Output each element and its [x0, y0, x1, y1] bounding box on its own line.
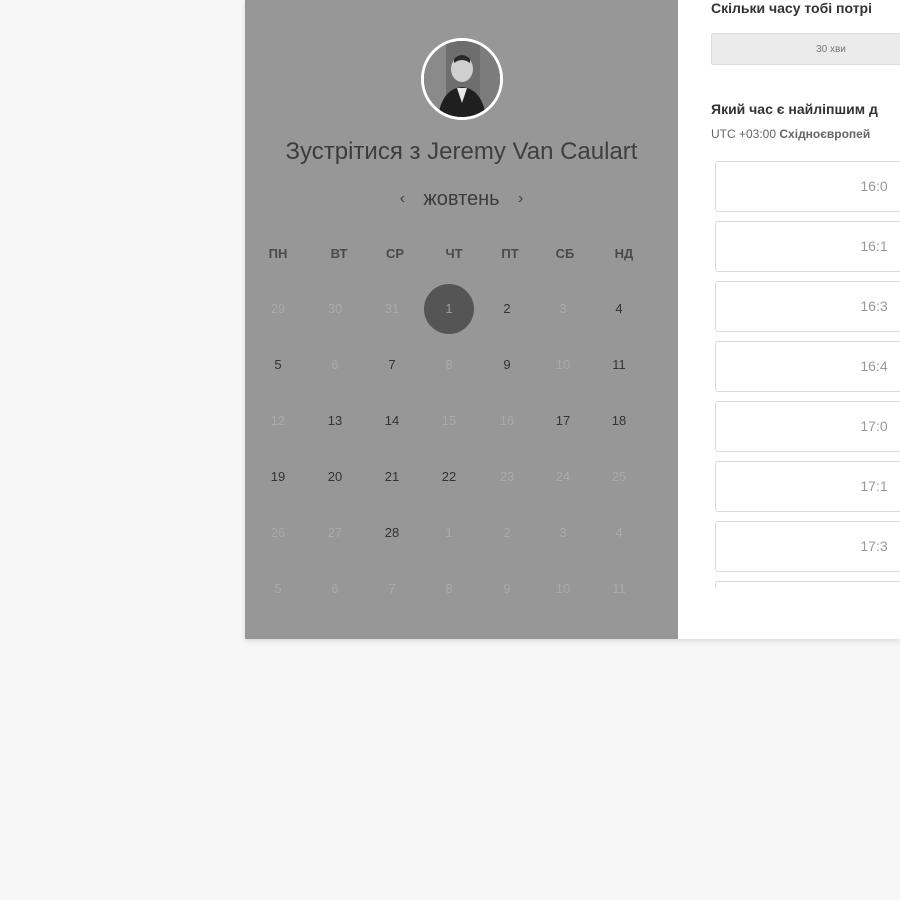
booking-panel: Скільки часу тобі потрі 30 хви Який час …: [678, 0, 900, 639]
weekday-label: СБ: [555, 246, 575, 261]
calendar-day: 10: [555, 357, 571, 372]
meeting-title-prefix: Зустрітися з: [285, 138, 421, 165]
calendar-day: 26: [270, 525, 286, 540]
time-question: Який час є найліпшим д: [711, 101, 878, 117]
calendar-day: 6: [331, 357, 339, 372]
month-label: жовтень: [423, 187, 500, 210]
scheduler-card: Зустрітися з Jeremy Van Caulart ‹ жовтен…: [245, 0, 900, 639]
time-slot[interactable]: 16:1: [715, 221, 900, 272]
duration-select[interactable]: 30 хви: [711, 33, 900, 65]
chevron-left-icon[interactable]: ‹: [395, 190, 409, 208]
timezone-name: Східноєвропей: [779, 127, 871, 141]
calendar-day: 25: [611, 469, 627, 484]
calendar-day: 8: [445, 357, 453, 372]
calendar-day: 9: [503, 581, 511, 596]
calendar-day[interactable]: 4: [599, 289, 639, 329]
time-slot[interactable]: 16:0: [715, 161, 900, 212]
calendar-day-selected[interactable]: 1: [424, 284, 474, 334]
calendar-day[interactable]: 19: [258, 457, 298, 497]
calendar-day[interactable]: 9: [487, 345, 527, 385]
calendar-day: 27: [327, 525, 343, 540]
calendar-panel: Зустрітися з Jeremy Van Caulart ‹ жовтен…: [245, 0, 678, 639]
time-slot[interactable]: [715, 581, 900, 588]
calendar-day[interactable]: 22: [429, 457, 469, 497]
time-slot-list: 16:0 16:1 16:3 16:4 17:0 17:1 17:3: [715, 161, 900, 588]
person-photo-icon: [424, 41, 500, 117]
calendar-day: 12: [270, 413, 286, 428]
calendar-day[interactable]: 18: [599, 401, 639, 441]
calendar-day[interactable]: 28: [372, 513, 412, 553]
weekday-label: ЧТ: [445, 246, 463, 261]
timezone-offset: UTC +03:00: [711, 127, 777, 141]
calendar-day: 6: [331, 581, 339, 596]
calendar-day[interactable]: 11: [599, 345, 639, 385]
weekday-label: НД: [614, 246, 634, 261]
weekday-label: СР: [385, 246, 405, 261]
time-slot[interactable]: 16:3: [715, 281, 900, 332]
weekday-label: ПТ: [501, 246, 519, 261]
time-slot[interactable]: 17:1: [715, 461, 900, 512]
calendar-day: 4: [615, 525, 623, 540]
time-slot[interactable]: 17:0: [715, 401, 900, 452]
calendar-day[interactable]: 13: [315, 401, 355, 441]
month-navigation: ‹ жовтень ›: [245, 186, 678, 212]
calendar-day[interactable]: 2: [487, 289, 527, 329]
calendar-day[interactable]: 14: [372, 401, 412, 441]
calendar-day: 23: [499, 469, 515, 484]
time-slot[interactable]: 17:3: [715, 521, 900, 572]
calendar-day: 11: [612, 581, 626, 596]
calendar-day: 3: [559, 301, 567, 316]
calendar-day: 24: [555, 469, 571, 484]
calendar-day[interactable]: 5: [258, 345, 298, 385]
time-slot[interactable]: 16:4: [715, 341, 900, 392]
calendar-day: 31: [384, 301, 400, 316]
calendar-day: 15: [441, 413, 457, 428]
calendar-day: 10: [555, 581, 571, 596]
weekday-label: ВТ: [330, 246, 348, 261]
calendar-day: 7: [388, 581, 396, 596]
calendar-day: 30: [327, 301, 343, 316]
meeting-title: Зустрітися з Jeremy Van Caulart: [245, 138, 678, 166]
calendar-day[interactable]: 7: [372, 345, 412, 385]
calendar-day: 1: [445, 525, 453, 540]
calendar-day[interactable]: 17: [543, 401, 583, 441]
chevron-right-icon[interactable]: ›: [514, 190, 528, 208]
calendar-day: 8: [445, 581, 453, 596]
host-name: Jeremy Van Caulart: [427, 138, 638, 165]
calendar-day: 16: [499, 413, 515, 428]
duration-question: Скільки часу тобі потрі: [711, 0, 872, 16]
timezone-label[interactable]: UTC +03:00 Східноєвропей: [711, 127, 870, 141]
calendar-day: 3: [559, 525, 567, 540]
calendar-day[interactable]: 21: [372, 457, 412, 497]
weekday-header: ПН ВТ СР ЧТ ПТ СБ НД: [250, 246, 678, 266]
calendar-day: 2: [503, 525, 511, 540]
host-avatar: [421, 38, 503, 120]
calendar-day[interactable]: 20: [315, 457, 355, 497]
weekday-label: ПН: [268, 246, 288, 261]
calendar-day: 29: [270, 301, 286, 316]
calendar-day: 5: [274, 581, 282, 596]
